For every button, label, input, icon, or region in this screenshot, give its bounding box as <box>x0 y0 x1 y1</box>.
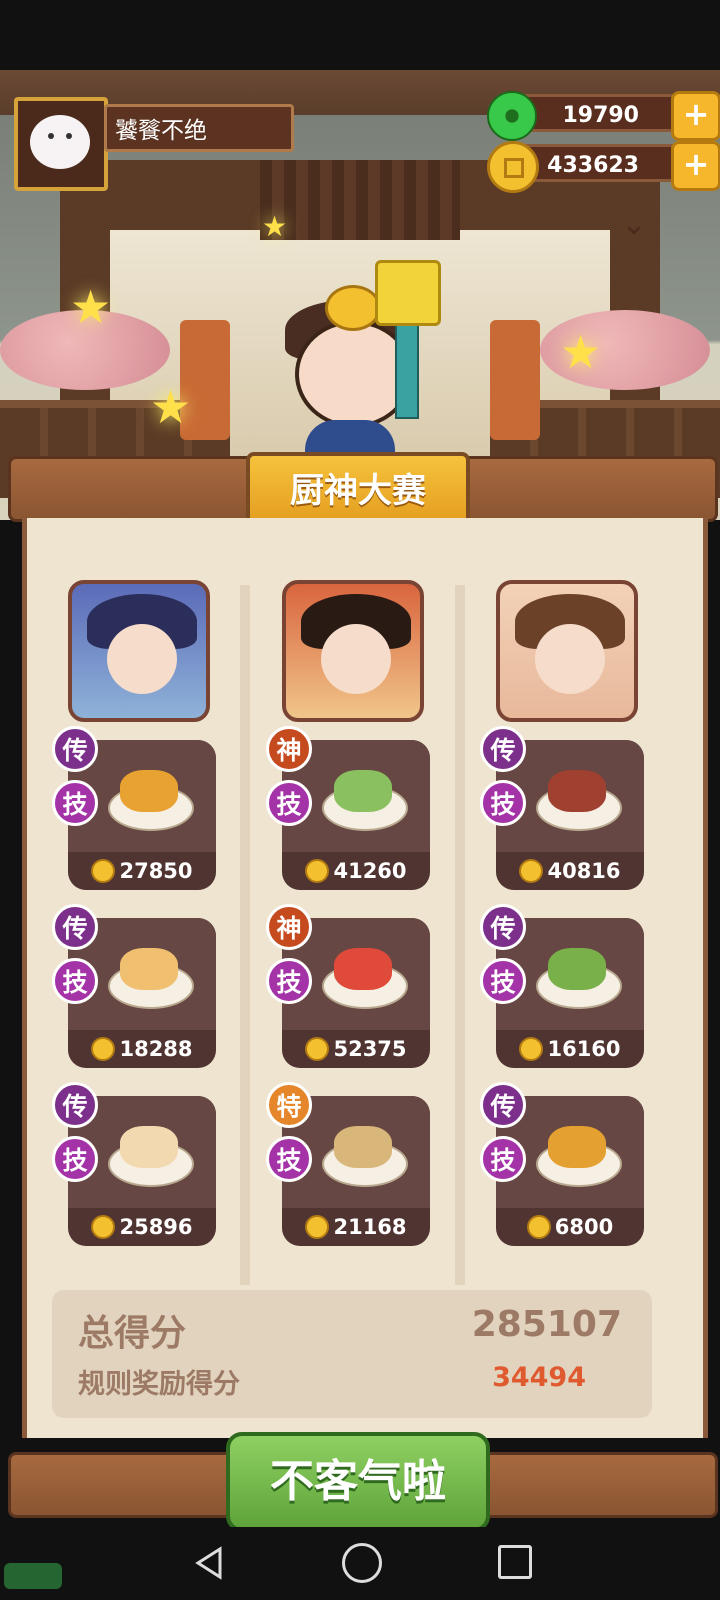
dish-icon <box>548 1126 606 1168</box>
skill-badge: 技 <box>52 780 98 826</box>
gold-coin-icon <box>519 859 544 883</box>
dish-price: 40816 <box>496 852 644 890</box>
jade-coin-icon <box>487 91 537 141</box>
dish-price-value: 40816 <box>547 859 621 883</box>
grade-badge: 传 <box>52 904 98 950</box>
dish-icon <box>548 770 606 812</box>
dish-icon <box>120 948 178 990</box>
portrait-face <box>535 624 605 694</box>
gold-coin-icon <box>305 859 330 883</box>
bonus-score-label: 规则奖励得分 <box>78 1369 240 1400</box>
add-jade-button[interactable]: + <box>671 91 720 141</box>
app-indicator <box>4 1563 62 1589</box>
star-sparkle-icon: ★ <box>150 380 192 434</box>
column-divider <box>455 585 465 1285</box>
gold-coin-icon <box>487 141 539 193</box>
total-score-value: 285107 <box>471 1304 622 1345</box>
dish-price: 18288 <box>68 1030 216 1068</box>
dish-price: 52375 <box>282 1030 430 1068</box>
chef-portrait-1[interactable] <box>68 580 210 722</box>
dish-price-value: 25896 <box>119 1215 193 1239</box>
star-sparkle-icon: ★ <box>262 210 288 243</box>
dish-icon <box>120 770 178 812</box>
cat-avatar-icon <box>30 115 90 169</box>
gold-coin-icon <box>305 1037 330 1061</box>
grade-badge: 神 <box>266 726 312 772</box>
system-nav-bar <box>0 1527 720 1600</box>
column-divider <box>240 585 250 1285</box>
dish-icon <box>334 770 392 812</box>
dish-price: 25896 <box>68 1208 216 1246</box>
golden-shovel-icon <box>375 260 441 326</box>
gold-coin-icon <box>519 1037 544 1061</box>
jade-currency: 19790 + <box>487 91 720 141</box>
recent-square-icon[interactable] <box>498 1545 532 1579</box>
grade-badge: 传 <box>52 1082 98 1128</box>
dish-price-value: 27850 <box>119 859 193 883</box>
chef-portrait-2[interactable] <box>282 580 424 722</box>
dish-price-value: 18288 <box>119 1037 193 1061</box>
dish-price: 6800 <box>496 1208 644 1246</box>
gold-coin-icon <box>526 1215 551 1239</box>
player-avatar[interactable] <box>14 97 108 191</box>
dish-price-value: 41260 <box>333 859 407 883</box>
star-sparkle-icon: ★ <box>560 325 602 379</box>
dish-price-value: 16160 <box>547 1037 621 1061</box>
grade-badge: 传 <box>480 1082 526 1128</box>
add-gold-button[interactable]: + <box>671 141 720 191</box>
back-triangle-icon[interactable] <box>190 1543 230 1583</box>
skill-badge: 技 <box>480 958 526 1004</box>
pillar-right <box>490 320 540 440</box>
dish-price: 27850 <box>68 852 216 890</box>
dish-price-value: 52375 <box>333 1037 407 1061</box>
gold-amount: 433623 <box>547 153 639 178</box>
star-sparkle-icon: ★ <box>70 280 112 334</box>
dish-price: 41260 <box>282 852 430 890</box>
gold-currency: 433623 + <box>487 141 720 193</box>
skill-badge: 技 <box>480 780 526 826</box>
chef-crown <box>325 285 381 331</box>
skill-badge: 技 <box>266 1136 312 1182</box>
grade-badge: 传 <box>480 726 526 772</box>
dish-price-value: 21168 <box>333 1215 407 1239</box>
gold-coin-icon <box>91 1215 116 1239</box>
grade-badge: 传 <box>52 726 98 772</box>
dish-icon <box>548 948 606 990</box>
dish-icon <box>120 1126 178 1168</box>
status-bar <box>0 0 720 70</box>
skill-badge: 技 <box>52 1136 98 1182</box>
shovel-handle <box>395 315 419 419</box>
total-score-label: 总得分 <box>78 1313 187 1354</box>
player-name: 饕餮不绝 <box>104 104 294 152</box>
dish-icon <box>334 1126 392 1168</box>
gold-coin-icon <box>91 859 116 883</box>
gold-coin-icon <box>91 1037 116 1061</box>
grade-badge: 传 <box>480 904 526 950</box>
jade-amount: 19790 <box>562 103 639 128</box>
dish-price: 16160 <box>496 1030 644 1068</box>
grade-badge: 神 <box>266 904 312 950</box>
score-summary: 总得分 285107 规则奖励得分 34494 <box>52 1290 652 1418</box>
dish-price-value: 6800 <box>554 1215 614 1239</box>
grade-badge: 特 <box>266 1082 312 1128</box>
skill-badge: 技 <box>480 1136 526 1182</box>
chevron-down-icon[interactable]: ⌄ <box>614 210 654 240</box>
dish-price: 21168 <box>282 1208 430 1246</box>
bonus-score-value: 34494 <box>492 1362 586 1393</box>
skill-badge: 技 <box>266 958 312 1004</box>
gate-curtain <box>260 160 460 240</box>
skill-badge: 技 <box>52 958 98 1004</box>
portrait-face <box>321 624 391 694</box>
skill-badge: 技 <box>266 780 312 826</box>
home-circle-icon[interactable] <box>342 1543 382 1583</box>
confirm-button[interactable]: 不客气啦 <box>226 1432 490 1532</box>
chef-portrait-3[interactable] <box>496 580 638 722</box>
gold-coin-icon <box>305 1215 330 1239</box>
portrait-face <box>107 624 177 694</box>
dish-icon <box>334 948 392 990</box>
